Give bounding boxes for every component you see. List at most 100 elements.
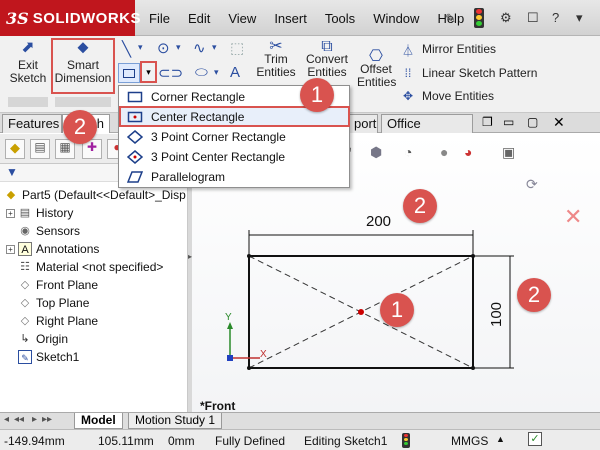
close-view-icon[interactable]: ✕ bbox=[553, 114, 565, 131]
text-tool-icon[interactable]: A bbox=[230, 64, 240, 81]
search-icon[interactable]: ☐ bbox=[527, 10, 539, 26]
tree-item-origin[interactable]: ↳ Origin bbox=[18, 330, 68, 348]
status-bar: -149.94mm 105.11mm 0mm Fully Defined Edi… bbox=[0, 429, 600, 450]
menu-item-3-point-corner-rectangle[interactable]: 3 Point Corner Rectangle bbox=[119, 127, 349, 147]
menu-tools[interactable]: Tools bbox=[316, 11, 364, 26]
menu-edit[interactable]: Edit bbox=[179, 11, 219, 26]
rectangle-dropdown-button[interactable]: ▾ bbox=[140, 61, 157, 83]
app-name: SOLIDWORKS bbox=[32, 9, 142, 27]
convert-entities-button[interactable]: ⧉ Convert Entities bbox=[303, 39, 351, 79]
move-entities-button[interactable]: ✥ Move Entities bbox=[400, 89, 494, 103]
scroll-first-icon[interactable]: ◂◂ bbox=[14, 414, 24, 425]
tree-item-front-plane[interactable]: ◇ Front Plane bbox=[18, 276, 98, 294]
ellipse-dropdown-icon[interactable]: ▾ bbox=[214, 67, 219, 78]
feature-tree-tab-icon[interactable]: ◆ bbox=[5, 139, 25, 159]
smart-dimension-dropdown[interactable] bbox=[55, 97, 111, 107]
corner-point bbox=[247, 366, 251, 370]
rebuild-traffic-light-icon[interactable] bbox=[474, 8, 484, 28]
sensor-icon: ◉ bbox=[20, 225, 30, 237]
status-unit-system[interactable]: MMGS bbox=[451, 434, 488, 448]
menu-item-parallelogram[interactable]: Parallelogram bbox=[119, 167, 349, 187]
convert-entities-label: Convert Entities bbox=[305, 52, 349, 79]
menu-view[interactable]: View bbox=[219, 11, 265, 26]
corner-rectangle-icon bbox=[127, 90, 143, 104]
menu-window[interactable]: Window bbox=[364, 11, 428, 26]
dimension-width-value[interactable]: 200 bbox=[366, 213, 391, 230]
tree-item-history[interactable]: ▤ History bbox=[18, 204, 74, 222]
window-icon[interactable]: ▢ bbox=[527, 115, 538, 129]
circle-icon[interactable]: ⊙ bbox=[157, 39, 170, 57]
move-icon: ✥ bbox=[402, 89, 414, 103]
callout-badge-1: 1 bbox=[380, 293, 414, 327]
corner-point bbox=[471, 366, 475, 370]
tree-item-top-plane[interactable]: ◇ Top Plane bbox=[18, 294, 90, 312]
rebuild-icon[interactable]: ⚙ bbox=[500, 10, 512, 26]
center-rectangle-label: Center Rectangle bbox=[151, 110, 245, 124]
tile-icon[interactable]: ▭ bbox=[503, 115, 514, 129]
options-icon[interactable]: ▾ bbox=[576, 10, 583, 26]
exit-sketch-dropdown[interactable] bbox=[8, 97, 48, 107]
filter-icon[interactable]: ▼ bbox=[6, 165, 18, 179]
3-point-center-rectangle-icon bbox=[126, 150, 144, 164]
tree-item-label: Sketch1 bbox=[36, 350, 80, 364]
pin-icon[interactable]: ✎ bbox=[445, 11, 456, 27]
tree-item-sketch1[interactable]: ✎ Sketch1 bbox=[18, 348, 79, 366]
menu-file[interactable]: File bbox=[140, 11, 179, 26]
property-manager-tab-icon[interactable]: ▤ bbox=[30, 139, 50, 159]
tree-item-material[interactable]: ☷ Material <not specified> bbox=[18, 258, 163, 276]
help-icon[interactable]: ? bbox=[552, 10, 559, 25]
annotations-expander[interactable]: + bbox=[6, 245, 15, 254]
spline-dropdown-icon[interactable]: ▾ bbox=[212, 42, 217, 53]
title-bar: 3S SOLIDWORKS File Edit View Insert Tool… bbox=[0, 0, 600, 36]
offset-entities-label: Offset Entities bbox=[357, 62, 397, 89]
linear-sketch-pattern-button[interactable]: ⁞⁞ Linear Sketch Pattern bbox=[400, 66, 538, 80]
parallelogram-label: Parallelogram bbox=[151, 170, 226, 184]
status-z-coordinate: 0mm bbox=[168, 434, 195, 448]
rectangle-tool-button[interactable] bbox=[118, 63, 140, 83]
menu-item-3-point-center-rectangle[interactable]: 3 Point Center Rectangle bbox=[119, 147, 349, 167]
tree-item-right-plane[interactable]: ◇ Right Plane bbox=[18, 312, 98, 330]
sketch-grid-icon[interactable]: ⬚ bbox=[230, 39, 244, 57]
scroll-last-icon[interactable]: ▸▸ bbox=[42, 414, 52, 425]
trim-entities-button[interactable]: ✂ Trim Entities bbox=[255, 39, 297, 79]
origin-marker bbox=[227, 355, 233, 361]
smart-dimension-button[interactable]: ⬥ Smart Dimension bbox=[53, 39, 113, 94]
y-axis-label: Y bbox=[225, 312, 232, 323]
mirror-entities-button[interactable]: ⏃ Mirror Entities bbox=[400, 42, 497, 58]
center-rectangle-icon bbox=[127, 110, 143, 124]
tab-office-products[interactable]: Office Products bbox=[381, 114, 473, 149]
spline-icon[interactable]: ∿ bbox=[193, 39, 206, 57]
tab-features[interactable]: Features bbox=[2, 114, 62, 133]
exit-sketch-button[interactable]: ⬈ Exit Sketch bbox=[6, 39, 50, 94]
tab-model[interactable]: Model bbox=[74, 413, 123, 429]
units-dropdown-icon[interactable]: ▲ bbox=[496, 434, 505, 444]
smart-dimension-label: Smart Dimension bbox=[54, 58, 112, 85]
mirror-entities-label: Mirror Entities bbox=[422, 42, 497, 56]
menu-insert[interactable]: Insert bbox=[265, 11, 316, 26]
ellipse-icon[interactable]: ⬭ bbox=[195, 64, 208, 81]
history-expander[interactable]: + bbox=[6, 209, 15, 218]
tab-motion-study[interactable]: Motion Study 1 bbox=[128, 413, 223, 429]
rebuild-status-icon[interactable] bbox=[402, 433, 410, 448]
scroll-right-icon[interactable]: ▸ bbox=[32, 414, 37, 425]
tree-item-sensors[interactable]: ◉ Sensors bbox=[18, 222, 80, 240]
tree-root-part[interactable]: ◆ Part5 (Default<<Default>_Disp bbox=[4, 186, 186, 204]
line-icon[interactable]: ╲ bbox=[122, 40, 131, 58]
offset-entities-button[interactable]: ⎔ Offset Entities bbox=[357, 49, 397, 89]
line-dropdown-icon[interactable]: ▾ bbox=[138, 42, 143, 53]
tree-item-label: History bbox=[36, 206, 74, 220]
quick-tips-icon[interactable]: ✓ bbox=[528, 432, 542, 446]
menu-bar: File Edit View Insert Tools Window Help bbox=[140, 0, 473, 36]
tree-item-annotations[interactable]: A Annotations bbox=[18, 240, 99, 258]
scroll-left-icon[interactable]: ◂ bbox=[4, 414, 9, 425]
mirror-icon: ⏃ bbox=[401, 44, 414, 58]
tree-item-label: Front Plane bbox=[36, 278, 99, 292]
plane-icon: ◇ bbox=[20, 279, 30, 291]
linear-pattern-icon: ⁞⁞ bbox=[404, 66, 412, 80]
restore-icon[interactable]: ❐ bbox=[482, 115, 493, 129]
circle-dropdown-icon[interactable]: ▾ bbox=[176, 42, 181, 53]
center-point bbox=[358, 309, 364, 315]
tab-export[interactable]: port bbox=[348, 114, 378, 133]
slot-icon[interactable]: ⊂⊃ bbox=[158, 64, 183, 82]
dimension-height-value[interactable]: 100 bbox=[488, 302, 505, 327]
